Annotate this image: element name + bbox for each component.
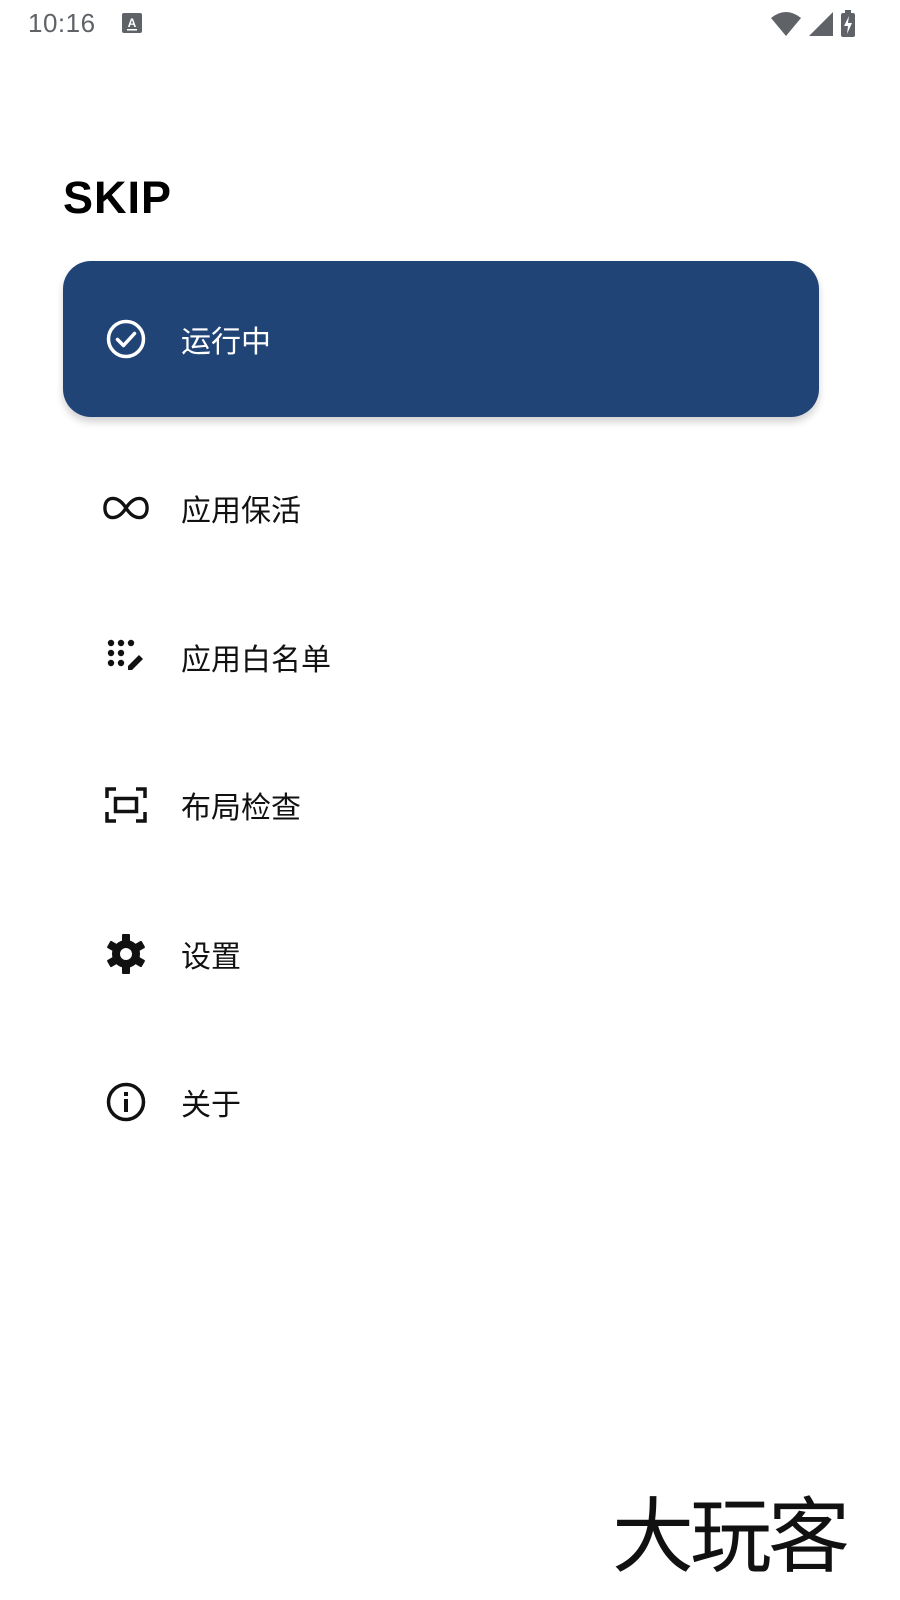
status-time: 10:16 — [28, 8, 96, 38]
menu-item-label: 应用白名单 — [181, 642, 331, 678]
gear-icon — [103, 931, 149, 977]
scan-frame-icon — [103, 782, 149, 828]
menu-item-about[interactable]: 关于 — [63, 1011, 819, 1193]
text-a-icon: A — [122, 13, 142, 33]
signal-icon — [808, 11, 834, 41]
status-bar: 10:16 A — [0, 0, 900, 50]
menu-item-layout-inspect[interactable]: 布局检查 — [63, 714, 819, 896]
infinity-icon — [103, 485, 149, 531]
watermark-logo: 大玩客 — [612, 1490, 850, 1585]
check-circle-icon — [103, 316, 149, 362]
menu-item-label: 应用保活 — [181, 494, 301, 529]
menu-item-label: 设置 — [181, 939, 241, 975]
dots-edit-icon — [103, 634, 149, 680]
menu-item-label: 关于 — [181, 1088, 241, 1123]
info-icon — [103, 1079, 149, 1125]
menu-item-label: 运行中 — [181, 325, 271, 360]
app-title: SKIP — [63, 172, 173, 223]
svg-text:A: A — [128, 16, 137, 30]
menu-item-running[interactable]: 运行中 — [63, 261, 819, 417]
menu-item-keep-alive[interactable]: 应用保活 — [63, 417, 819, 599]
menu-item-label: 布局检查 — [181, 791, 301, 826]
menu-item-whitelist[interactable]: 应用白名单 — [63, 599, 819, 714]
status-icons — [770, 10, 856, 42]
wifi-icon — [770, 11, 802, 41]
nav-menu: 运行中 应用保活 应用白名单 布局检查 设置 关于 — [63, 261, 819, 1193]
battery-charging-icon — [840, 10, 856, 42]
menu-item-settings[interactable]: 设置 — [63, 896, 819, 1011]
